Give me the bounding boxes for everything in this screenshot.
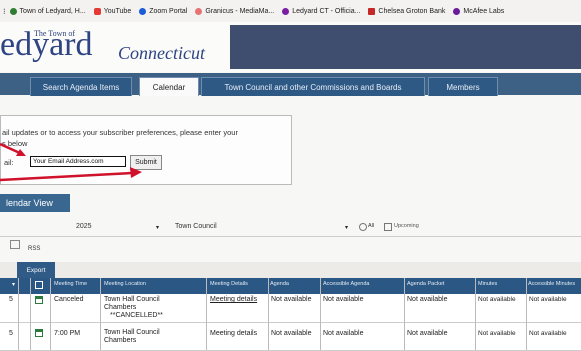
minutes-cell: Not available bbox=[478, 330, 516, 337]
arrow-line-2 bbox=[0, 171, 133, 182]
logo-connecticut: Connecticut bbox=[118, 43, 205, 63]
logo-ledyard[interactable]: edyard bbox=[0, 28, 93, 62]
meeting-details-link[interactable]: Meeting details bbox=[210, 296, 257, 304]
accessible-agenda-cell: Not available bbox=[323, 330, 364, 337]
meeting-location-2: Chambers bbox=[104, 337, 137, 344]
radio-all[interactable] bbox=[359, 223, 367, 231]
divider bbox=[0, 236, 581, 237]
row-day: 5 bbox=[9, 330, 13, 337]
agenda-cell: Not available bbox=[271, 330, 312, 337]
row-day: 5 bbox=[9, 296, 13, 303]
bookmark-ledyard[interactable]: Town of Ledyard, H... bbox=[9, 7, 86, 15]
agenda-packet-cell: Not available bbox=[407, 296, 448, 303]
bookmark-youtube[interactable]: YouTube bbox=[93, 7, 132, 15]
radio-all-label: All bbox=[368, 223, 375, 229]
rss-link[interactable]: RSS bbox=[28, 246, 40, 252]
youtube-icon bbox=[93, 7, 101, 15]
column-divider bbox=[268, 278, 269, 350]
rss-checkbox[interactable] bbox=[10, 240, 20, 249]
accessible-agenda-cell: Not available bbox=[323, 296, 364, 303]
mcafee-icon bbox=[453, 7, 461, 15]
col-meeting-location[interactable]: Meeting Location bbox=[104, 281, 146, 287]
col-minutes[interactable]: Minutes bbox=[478, 281, 497, 287]
meeting-location: Town Hall Council bbox=[104, 329, 160, 336]
arrowhead-2 bbox=[130, 167, 142, 178]
red-arrows bbox=[0, 142, 142, 182]
ledyard-favicon-icon bbox=[9, 7, 17, 15]
col-accessible-minutes[interactable]: Accessible Minutes bbox=[528, 281, 575, 287]
export-toolbar bbox=[0, 262, 581, 278]
granicus-icon bbox=[195, 7, 203, 15]
column-divider bbox=[206, 278, 207, 350]
tab-search-agenda-items[interactable]: Search Agenda Items bbox=[30, 77, 132, 96]
apps-icon[interactable]: ⁝ bbox=[3, 7, 6, 16]
meeting-time: 7:00 PM bbox=[54, 330, 81, 337]
year-select[interactable]: 2025 bbox=[76, 223, 92, 230]
meeting-location: Town Hall Council bbox=[104, 296, 160, 303]
column-divider bbox=[100, 278, 101, 350]
col-agenda[interactable]: Agenda bbox=[270, 281, 289, 287]
col-meeting-time[interactable]: Meeting Time bbox=[54, 281, 87, 287]
bookmark-label: Chelsea Groton Bank bbox=[378, 7, 446, 15]
column-divider bbox=[320, 278, 321, 350]
subscribe-instructions: ail updates or to access your subscriber… bbox=[2, 128, 238, 137]
bookmark-label: Ledyard CT - Officia... bbox=[292, 7, 361, 15]
column-divider bbox=[50, 278, 51, 350]
meeting-location-2: Chambers bbox=[104, 304, 137, 311]
bank-icon bbox=[368, 7, 376, 15]
bookmark-mcafee[interactable]: McAfee Labs bbox=[453, 7, 505, 15]
tab-town-council[interactable]: Town Council and other Commissions and B… bbox=[201, 77, 425, 96]
bookmark-label: Zoom Portal bbox=[149, 7, 188, 15]
calendar-header-icon bbox=[35, 281, 43, 289]
bookmark-label: Granicus - MediaMa... bbox=[205, 7, 275, 15]
meeting-status: **CANCELLED** bbox=[110, 312, 163, 319]
sort-icon[interactable]: ▾ bbox=[12, 281, 15, 288]
column-divider bbox=[30, 278, 31, 350]
column-divider bbox=[475, 278, 476, 350]
tab-members[interactable]: Members bbox=[428, 77, 498, 96]
checkbox-upcoming[interactable] bbox=[384, 223, 392, 231]
zoom-icon bbox=[139, 7, 147, 15]
export-button[interactable]: Export bbox=[17, 262, 55, 278]
bookmarks-bar: ⁝ Town of Ledyard, H... YouTube Zoom Por… bbox=[0, 0, 581, 23]
agenda-cell: Not available bbox=[271, 296, 312, 303]
accessible-minutes-cell: Not available bbox=[529, 330, 567, 337]
column-divider bbox=[404, 278, 405, 350]
bookmark-label: McAfee Labs bbox=[463, 7, 505, 15]
minutes-cell: Not available bbox=[478, 296, 516, 303]
chevron-down-icon[interactable]: ▾ bbox=[156, 224, 159, 231]
accessible-minutes-cell: Not available bbox=[529, 296, 567, 303]
calendar-icon[interactable] bbox=[35, 329, 43, 337]
bookmark-label: Town of Ledyard, H... bbox=[19, 7, 86, 15]
column-divider bbox=[526, 278, 527, 350]
bookmark-chelsea[interactable]: Chelsea Groton Bank bbox=[368, 7, 446, 15]
calendar-icon[interactable] bbox=[35, 296, 43, 304]
header-banner bbox=[230, 25, 581, 69]
meeting-details-link[interactable]: Meeting details bbox=[210, 330, 257, 338]
tab-calendar[interactable]: Calendar bbox=[139, 77, 199, 96]
ledyard-official-icon bbox=[282, 7, 290, 15]
column-divider bbox=[18, 278, 19, 350]
calendar-view-button[interactable]: lendar View bbox=[0, 194, 70, 212]
chevron-down-icon[interactable]: ▾ bbox=[345, 224, 348, 231]
checkbox-upcoming-label: Upcoming bbox=[394, 223, 419, 229]
body-select[interactable]: Town Council bbox=[175, 223, 217, 230]
col-accessible-agenda[interactable]: Accessible Agenda bbox=[323, 281, 369, 287]
bookmark-granicus[interactable]: Granicus - MediaMa... bbox=[195, 7, 275, 15]
col-meeting-details[interactable]: Meeting Details bbox=[210, 281, 248, 287]
bookmark-ledyard-official[interactable]: Ledyard CT - Officia... bbox=[282, 7, 361, 15]
bookmark-zoom[interactable]: Zoom Portal bbox=[139, 7, 188, 15]
agenda-packet-cell: Not available bbox=[407, 330, 448, 337]
meeting-time: Canceled bbox=[54, 296, 84, 303]
bookmark-label: YouTube bbox=[103, 7, 132, 15]
col-agenda-packet[interactable]: Agenda Packet bbox=[407, 281, 444, 287]
